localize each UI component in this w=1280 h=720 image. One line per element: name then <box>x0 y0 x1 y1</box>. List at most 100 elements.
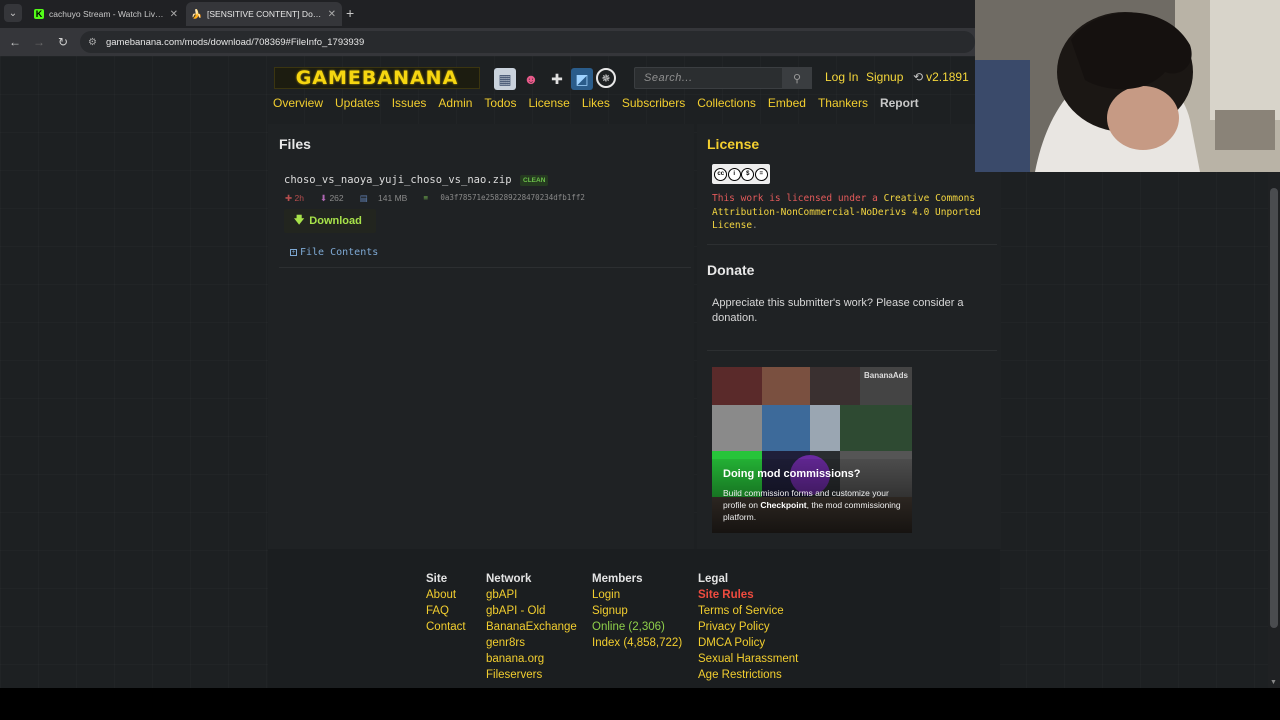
footer-link-gbapi-old[interactable]: gbAPI - Old <box>486 603 577 619</box>
tab-search-chevron-icon[interactable]: ⌄ <box>4 4 22 22</box>
fnf-game-icon[interactable]: ☻ <box>520 68 542 90</box>
footer-link-online[interactable]: Online (2,306) <box>592 619 682 635</box>
banana-ad[interactable]: BananaAds Doing mod commissions? Build c… <box>712 367 912 533</box>
footer-members-column: Members Login Signup Online (2,306) Inde… <box>592 571 682 651</box>
download-arrow-icon: 🡇 <box>294 214 305 226</box>
tab-title: [SENSITIVE CONTENT] Downlo <box>207 9 324 19</box>
nav-likes[interactable]: Likes <box>582 96 610 110</box>
ad-description: Build commission forms and customize you… <box>723 488 901 522</box>
signup-link[interactable]: Signup <box>866 70 903 84</box>
nc-icon: $ <box>741 167 755 181</box>
nav-admin[interactable]: Admin <box>438 96 472 110</box>
gamebanana-logo[interactable]: GAMEBANANA <box>274 67 480 89</box>
nav-report[interactable]: Report <box>880 96 919 110</box>
close-tab-icon[interactable]: ✕ <box>328 9 336 20</box>
address-bar[interactable]: ⚙ gamebanana.com/mods/download/708369#Fi… <box>80 31 975 53</box>
footer-legal-column: Legal Site Rules Terms of Service Privac… <box>698 571 798 683</box>
donate-text: Appreciate this submitter's work? Please… <box>712 297 964 324</box>
footer-link-site-rules[interactable]: Site Rules <box>698 587 798 603</box>
version-link[interactable]: ⟲ v2.1891 <box>913 70 969 84</box>
close-tab-icon[interactable]: ✕ <box>170 9 178 20</box>
license-text-after: . <box>752 220 758 231</box>
file-contents-toggle[interactable]: + File Contents <box>290 247 378 258</box>
webcam-overlay <box>975 0 1280 172</box>
clean-status-badge: CLEAN <box>520 175 549 186</box>
nav-issues[interactable]: Issues <box>392 96 427 110</box>
download-label: Download <box>309 215 362 227</box>
nav-todos[interactable]: Todos <box>484 96 516 110</box>
footer-link-age-restrictions[interactable]: Age Restrictions <box>698 667 798 683</box>
files-heading: Files <box>279 136 311 152</box>
game-category-icon[interactable]: ◩ <box>571 68 593 90</box>
new-tab-plus-icon[interactable]: + <box>346 5 354 21</box>
site-info-icon[interactable]: ⚙ <box>88 37 97 48</box>
ad-image-tile <box>810 367 860 405</box>
footer-link-signup[interactable]: Signup <box>592 603 682 619</box>
footer-link-sexual-harassment[interactable]: Sexual Harassment <box>698 651 798 667</box>
file-meta: ✚ 2h ⬇ 262 ▤ 141 MB ≡ 0a3f78571e25828922… <box>285 193 601 204</box>
reload-icon[interactable]: ↻ <box>55 34 71 50</box>
tab-title: cachuyo Stream - Watch Live o <box>49 9 166 19</box>
ad-image-tile <box>712 367 762 405</box>
creative-commons-badge[interactable]: cc i $ = <box>712 164 770 184</box>
footer-link-login[interactable]: Login <box>592 587 682 603</box>
footer-link-banana-org[interactable]: banana.org <box>486 651 577 667</box>
site-header: GAMEBANANA ▦ ☻ ✚ ◩ ✵ Search... ⚲ Log In … <box>268 56 1000 124</box>
license-text: This work is licensed under a Creative C… <box>712 192 996 233</box>
version-text: v2.1891 <box>926 70 969 84</box>
webcam-image <box>975 0 1280 172</box>
footer-site-column: Site About FAQ Contact <box>426 571 466 635</box>
footer-heading: Network <box>486 573 532 585</box>
ad-image-tile <box>762 405 810 451</box>
ad-image-tile <box>810 405 840 451</box>
scroll-down-icon[interactable]: ▼ <box>1270 679 1277 686</box>
footer-link-fileservers[interactable]: Fileservers <box>486 667 577 683</box>
url-text: gamebanana.com/mods/download/708369#File… <box>105 36 365 48</box>
footer-link-faq[interactable]: FAQ <box>426 603 466 619</box>
files-panel: Files choso_vs_naoya_yuji_choso_vs_nao.z… <box>268 124 694 549</box>
browser-tab-gamebanana[interactable]: 🍌 [SENSITIVE CONTENT] Downlo ✕ <box>186 2 342 26</box>
footer-link-bananaexchange[interactable]: BananaExchange <box>486 619 577 635</box>
footer-link-terms[interactable]: Terms of Service <box>698 603 798 619</box>
smash-game-icon[interactable]: ✚ <box>546 68 568 90</box>
nav-collections[interactable]: Collections <box>697 96 756 110</box>
donate-heading: Donate <box>707 262 755 278</box>
nd-icon: = <box>754 167 768 181</box>
by-icon: i <box>727 167 741 181</box>
footer-link-index[interactable]: Index (4,858,722) <box>592 635 682 651</box>
footer-link-gbapi[interactable]: gbAPI <box>486 587 577 603</box>
footer-link-dmca[interactable]: DMCA Policy <box>698 635 798 651</box>
nav-subscribers[interactable]: Subscribers <box>622 96 685 110</box>
license-text-before: This work is licensed under a <box>712 193 884 204</box>
file-hash: ≡ 0a3f78571e258289228470234dfb1ff2 <box>423 193 585 202</box>
file-contents-label: File Contents <box>300 247 379 258</box>
search-icon[interactable]: ⚲ <box>782 67 812 89</box>
ad-label: BananaAds <box>863 371 908 380</box>
footer-link-privacy[interactable]: Privacy Policy <box>698 619 798 635</box>
footer-heading: Members <box>592 573 643 585</box>
file-age: ✚ 2h <box>285 193 304 203</box>
expand-plus-icon: + <box>290 249 297 256</box>
minecraft-game-icon[interactable]: ▦ <box>494 68 516 90</box>
ad-image-tile <box>712 405 762 451</box>
mod-subnav: Overview Updates Issues Admin Todos Lice… <box>273 96 931 110</box>
banana-icon: 🍌 <box>191 8 203 19</box>
nav-overview[interactable]: Overview <box>273 96 323 110</box>
ad-image-tile <box>762 367 810 405</box>
footer-link-contact[interactable]: Contact <box>426 619 466 635</box>
site-footer: Site About FAQ Contact Network gbAPI gbA… <box>268 549 1000 688</box>
download-button[interactable]: 🡇 Download <box>284 209 376 233</box>
login-link[interactable]: Log In <box>825 70 858 84</box>
nav-thankers[interactable]: Thankers <box>818 96 868 110</box>
file-size: ▤ 141 MB <box>359 193 408 203</box>
back-arrow-icon[interactable]: ← <box>7 34 23 50</box>
footer-link-genr8rs[interactable]: genr8rs <box>486 635 577 651</box>
nav-license[interactable]: License <box>528 96 569 110</box>
scrollbar-thumb[interactable] <box>1270 188 1278 628</box>
forward-arrow-icon[interactable]: → <box>31 34 47 50</box>
gear-wheel-icon[interactable]: ✵ <box>596 68 616 88</box>
nav-updates[interactable]: Updates <box>335 96 380 110</box>
footer-link-about[interactable]: About <box>426 587 466 603</box>
browser-tab-kick[interactable]: K cachuyo Stream - Watch Live o ✕ <box>28 2 184 26</box>
nav-embed[interactable]: Embed <box>768 96 806 110</box>
